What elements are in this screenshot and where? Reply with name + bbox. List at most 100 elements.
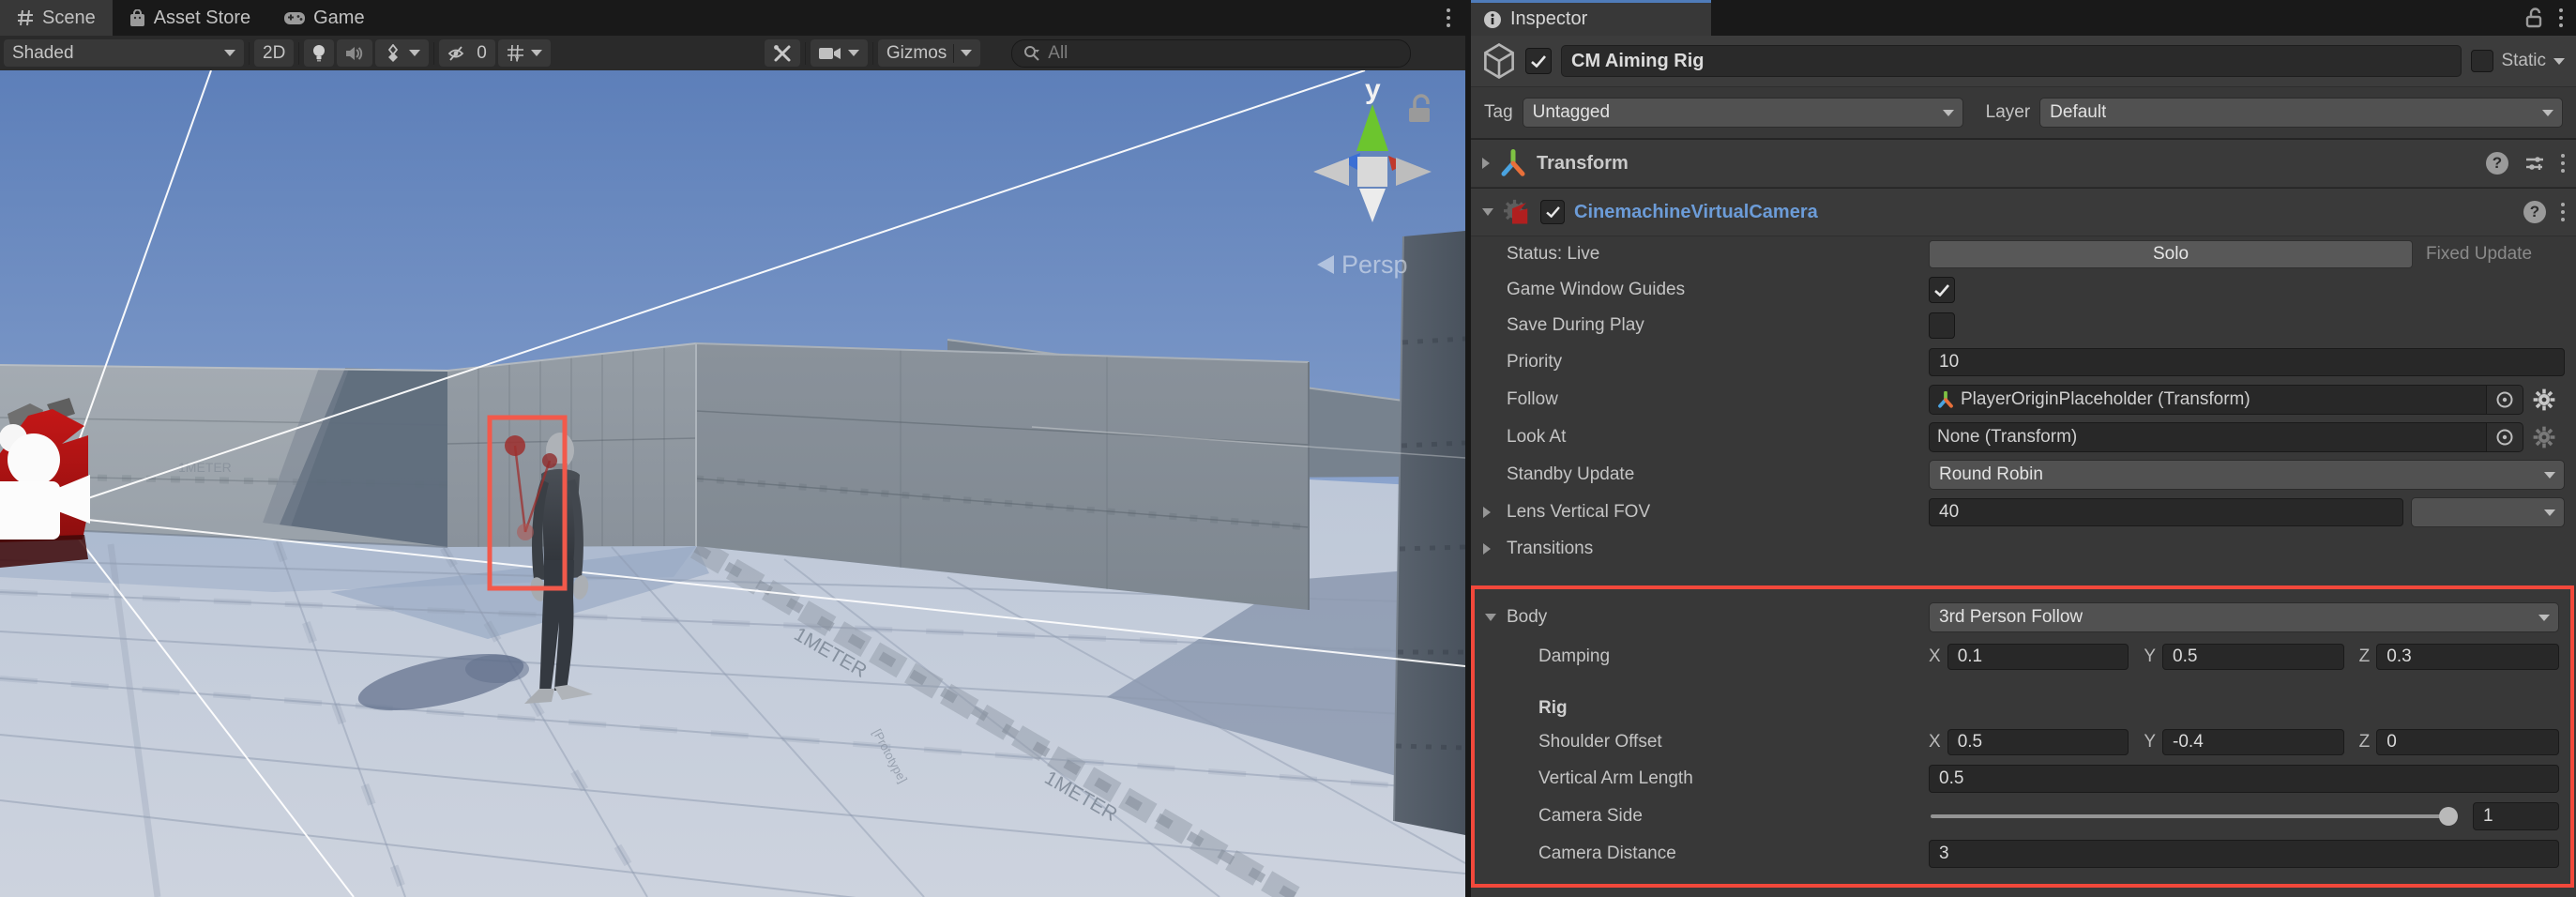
- toggle-2d-button[interactable]: 2D: [254, 39, 294, 67]
- cinemachine-properties: Status: Live Solo Fixed Update Game Wind…: [1471, 236, 2576, 888]
- game-window-guides-checkbox[interactable]: [1929, 277, 1955, 303]
- scene-tab-bar: Scene Asset Store Game: [0, 0, 1465, 36]
- camera-side-field[interactable]: 1: [2473, 802, 2559, 830]
- cube-icon: [1482, 43, 1516, 79]
- solo-button[interactable]: Solo: [1929, 240, 2413, 268]
- tools-icon: [773, 44, 792, 63]
- damping-x-field[interactable]: 0.1: [1947, 644, 2129, 670]
- grid-snap-dropdown-button[interactable]: y: [498, 39, 551, 67]
- damping-z-value: 0.3: [2387, 646, 2411, 667]
- status-label: Status: Live: [1507, 244, 1929, 265]
- layer-dropdown[interactable]: Default: [2039, 98, 2563, 128]
- object-picker-icon[interactable]: [2486, 423, 2523, 451]
- tab-asset-store[interactable]: Asset Store: [113, 0, 267, 36]
- camera-settings-dropdown[interactable]: [811, 39, 868, 67]
- info-icon: [1483, 10, 1502, 29]
- damping-y-field[interactable]: 0.5: [2162, 644, 2344, 670]
- slider-knob[interactable]: [2439, 807, 2458, 826]
- axis-cube-icon[interactable]: [1357, 157, 1387, 187]
- scene-visibility-button[interactable]: 0: [439, 39, 495, 67]
- look-at-gear-icon[interactable]: [2523, 425, 2565, 449]
- scene-search-input[interactable]: All: [1011, 39, 1411, 68]
- cinemachine-enabled-checkbox[interactable]: [1540, 200, 1565, 224]
- axis-z-label: Z: [2359, 646, 2371, 667]
- foldout-expanded-icon[interactable]: [1482, 208, 1493, 216]
- scene-viewport[interactable]: 1METER 1METER [Prototype]: [0, 70, 1465, 897]
- inspector-panel: Inspector CM Aiming Rig Static Tag: [1471, 0, 2576, 897]
- foldout-collapsed-icon[interactable]: [1483, 543, 1491, 555]
- chevron-down-icon: [531, 50, 542, 56]
- transform-header[interactable]: Transform ?: [1471, 139, 2576, 188]
- tab-scene[interactable]: Scene: [0, 0, 113, 36]
- lens-fov-field[interactable]: 40: [1929, 498, 2403, 526]
- axis-z-label: Z: [2359, 732, 2371, 753]
- damping-x-value: 0.1: [1958, 646, 1982, 667]
- help-icon[interactable]: ?: [2486, 152, 2508, 175]
- audio-toggle-button[interactable]: [337, 39, 372, 67]
- tag-label: Tag: [1484, 102, 1513, 123]
- follow-value: PlayerOriginPlaceholder (Transform): [1961, 389, 2250, 410]
- vertical-arm-length-field[interactable]: 0.5: [1929, 765, 2559, 793]
- bag-icon: [129, 9, 145, 27]
- look-at-label: Look At: [1507, 427, 1929, 448]
- follow-object-field[interactable]: PlayerOriginPlaceholder (Transform): [1929, 385, 2523, 415]
- follow-gear-icon[interactable]: [2523, 388, 2565, 412]
- cinemachine-header[interactable]: CinemachineVirtualCamera ?: [1471, 188, 2576, 236]
- cinemachine-menu-icon[interactable]: [2561, 203, 2565, 221]
- layer-value: Default: [2050, 102, 2106, 123]
- gizmos-dropdown[interactable]: Gizmos: [878, 39, 980, 67]
- scene-effects-icon: [384, 44, 402, 63]
- damping-z-field[interactable]: 0.3: [2376, 644, 2559, 670]
- static-dropdown-icon[interactable]: [2553, 58, 2565, 65]
- virtual-camera-gizmo[interactable]: [0, 398, 90, 568]
- shoulder-x-field[interactable]: 0.5: [1947, 729, 2129, 755]
- body-algorithm-value: 3rd Person Follow: [1939, 607, 2083, 628]
- help-icon[interactable]: ?: [2523, 201, 2546, 223]
- foldout-expanded-icon[interactable]: [1485, 614, 1496, 621]
- damping-y-value: 0.5: [2173, 646, 2197, 667]
- camera-side-row: Camera Side 1: [1475, 798, 2570, 835]
- shoulder-y-field[interactable]: -0.4: [2162, 729, 2344, 755]
- vertical-arm-length-row: Vertical Arm Length 0.5: [1475, 760, 2570, 798]
- camera-side-value: 1: [2483, 806, 2493, 827]
- save-during-play-checkbox[interactable]: [1929, 312, 1955, 339]
- game-window-guides-row: Game Window Guides: [1471, 272, 2576, 308]
- scene-tab-menu-icon[interactable]: [1447, 8, 1450, 27]
- inspector-menu-icon[interactable]: [2559, 8, 2563, 27]
- lighting-toggle-button[interactable]: [304, 39, 334, 67]
- gameobject-name-field[interactable]: CM Aiming Rig: [1561, 45, 2462, 77]
- gameobject-active-checkbox[interactable]: [1525, 48, 1552, 74]
- tag-layer-row: Tag Untagged Layer Default: [1471, 87, 2576, 139]
- solo-label: Solo: [2153, 244, 2189, 265]
- transform-menu-icon[interactable]: [2561, 154, 2565, 173]
- lock-icon[interactable]: [2525, 8, 2542, 28]
- eye-slash-icon: [447, 45, 470, 62]
- presets-icon[interactable]: [2523, 152, 2546, 175]
- unity-editor-window: Scene Asset Store Game Shaded 2D: [0, 0, 2576, 897]
- standby-update-dropdown[interactable]: Round Robin: [1929, 460, 2565, 490]
- snap-grid-icon: y: [507, 44, 524, 62]
- object-picker-icon[interactable]: [2486, 386, 2523, 414]
- body-section-highlight: Body 3rd Person Follow Damping X0.1 Y0.5…: [1471, 585, 2574, 888]
- follow-row: Follow PlayerOriginPlaceholder (Transfor…: [1471, 381, 2576, 418]
- camera-side-slider[interactable]: [1931, 814, 2456, 818]
- tab-inspector[interactable]: Inspector: [1471, 0, 1711, 36]
- shading-mode-dropdown[interactable]: Shaded: [4, 39, 244, 67]
- look-at-object-field[interactable]: None (Transform): [1929, 422, 2523, 452]
- static-checkbox[interactable]: [2471, 50, 2493, 72]
- tag-dropdown[interactable]: Untagged: [1523, 98, 1963, 128]
- tab-game[interactable]: Game: [267, 0, 381, 36]
- effects-dropdown-button[interactable]: [375, 39, 429, 67]
- body-algorithm-dropdown[interactable]: 3rd Person Follow: [1929, 602, 2559, 632]
- component-tools-button[interactable]: [765, 39, 800, 67]
- camera-distance-row: Camera Distance 3: [1475, 835, 2570, 873]
- priority-field[interactable]: 10: [1929, 348, 2565, 376]
- axis-x-label: X: [1929, 646, 1941, 667]
- camera-distance-field[interactable]: 3: [1929, 840, 2559, 868]
- foldout-collapsed-icon[interactable]: [1483, 507, 1491, 518]
- foldout-collapsed-icon[interactable]: [1482, 158, 1490, 169]
- tab-game-label: Game: [313, 8, 364, 29]
- shoulder-z-field[interactable]: 0: [2376, 729, 2559, 755]
- lens-preset-dropdown[interactable]: [2411, 497, 2565, 527]
- right-column-box[interactable]: [1394, 231, 1465, 835]
